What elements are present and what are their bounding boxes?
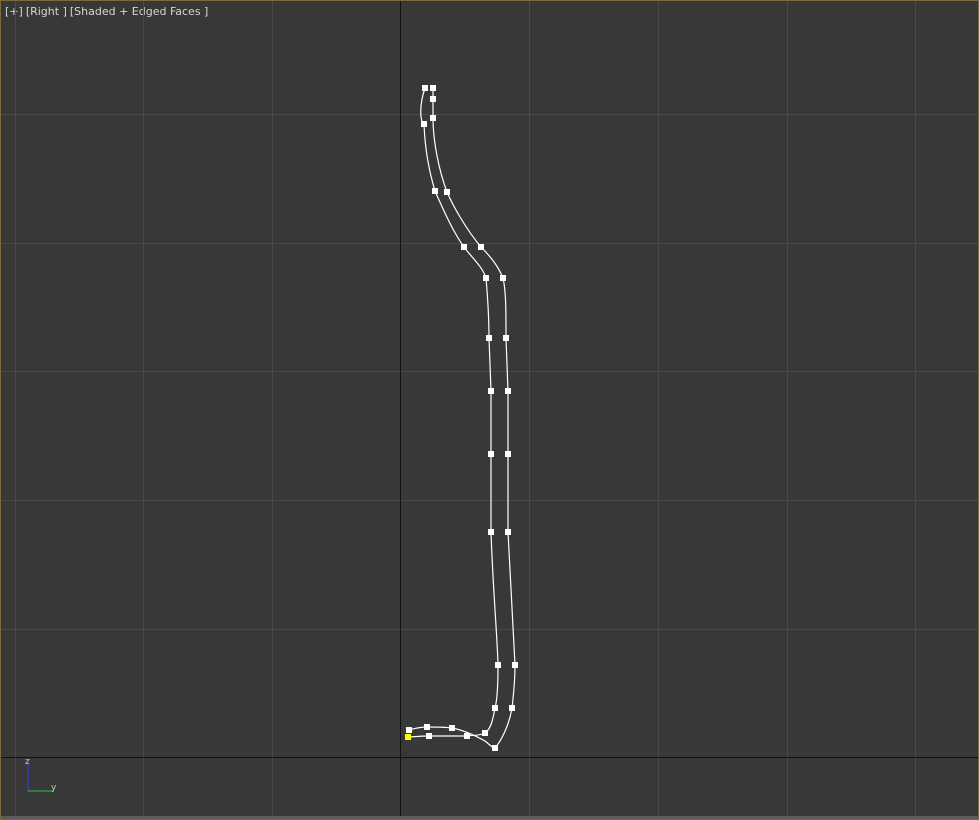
- spline-vertex[interactable]: [492, 745, 498, 751]
- spline-vertex[interactable]: [488, 388, 494, 394]
- spline-vertex[interactable]: [430, 96, 436, 102]
- spline-vertex[interactable]: [449, 725, 455, 731]
- spline-vertex[interactable]: [488, 451, 494, 457]
- viewport-right[interactable]: [+] [Right ] [Shaded + Edged Faces ] z y: [0, 0, 979, 820]
- tripod-z-label: z: [25, 757, 30, 767]
- spline-vertex[interactable]: [482, 730, 488, 736]
- spline-vertex[interactable]: [500, 275, 506, 281]
- spline-outline: [407, 87, 516, 749]
- spline-shape[interactable]: [407, 87, 516, 749]
- tripod-y-label: y: [51, 783, 57, 793]
- spline-vertex[interactable]: [421, 121, 427, 127]
- spline-vertex[interactable]: [406, 727, 412, 733]
- spline-vertex[interactable]: [486, 335, 492, 341]
- spline-vertex[interactable]: [505, 388, 511, 394]
- viewport-canvas[interactable]: z y: [1, 1, 979, 820]
- spline-vertex[interactable]: [464, 733, 470, 739]
- spline-vertex[interactable]: [430, 85, 436, 91]
- spline-vertex-selected[interactable]: [405, 734, 411, 740]
- spline-vertex[interactable]: [483, 275, 489, 281]
- spline-vertex[interactable]: [488, 529, 494, 535]
- grid: [1, 1, 978, 819]
- world-axes: [1, 1, 978, 819]
- spline-vertex[interactable]: [505, 451, 511, 457]
- spline-vertex[interactable]: [422, 85, 428, 91]
- axis-tripod: z y: [25, 757, 57, 793]
- spline-vertex[interactable]: [424, 724, 430, 730]
- spline-vertex[interactable]: [509, 705, 515, 711]
- spline-vertices[interactable]: [405, 85, 518, 751]
- spline-vertex[interactable]: [444, 189, 450, 195]
- spline-vertex[interactable]: [461, 244, 467, 250]
- spline-vertex[interactable]: [512, 662, 518, 668]
- spline-vertex[interactable]: [503, 335, 509, 341]
- spline-vertex[interactable]: [505, 529, 511, 535]
- spline-vertex[interactable]: [492, 705, 498, 711]
- viewport-bottom-strip: [1, 816, 978, 819]
- spline-vertex[interactable]: [432, 188, 438, 194]
- spline-vertex[interactable]: [478, 244, 484, 250]
- spline-vertex[interactable]: [495, 662, 501, 668]
- spline-vertex[interactable]: [430, 115, 436, 121]
- spline-vertex[interactable]: [426, 733, 432, 739]
